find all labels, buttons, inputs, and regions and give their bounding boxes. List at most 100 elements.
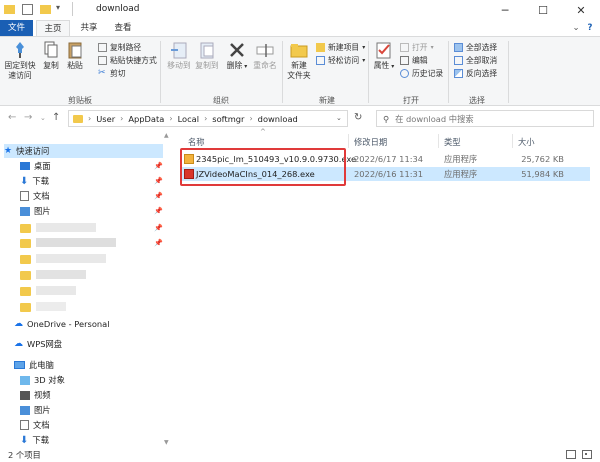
move-to-button[interactable]: 移动到 — [166, 41, 192, 71]
breadcrumb-softmgr[interactable]: softmgr — [212, 114, 244, 124]
paste-button[interactable]: 粘贴 — [64, 41, 86, 71]
chevron-down-icon[interactable]: ⌄ — [570, 20, 582, 36]
paste-shortcut-button[interactable]: 粘贴快捷方式 — [98, 55, 157, 66]
column-header-size[interactable]: 大小 — [518, 136, 535, 148]
breadcrumb-appdata[interactable]: AppData — [128, 114, 164, 124]
invert-selection-button[interactable]: 反向选择 — [454, 68, 497, 79]
scroll-up-icon[interactable]: ▲ — [164, 132, 169, 139]
sidebar-item-pictures[interactable]: 图片 — [20, 204, 51, 218]
sidebar-item-pc-documents[interactable]: 文档 — [20, 418, 50, 432]
sidebar-item-quick-access[interactable]: ★ 快速访问 — [4, 144, 164, 158]
redacted-text — [36, 223, 96, 232]
cut-button[interactable]: ✂ 剪切 — [98, 68, 126, 79]
pin-icon[interactable]: 📌 — [154, 162, 163, 170]
properties-icon — [376, 42, 391, 59]
new-folder-button[interactable]: 新建 文件夹 — [286, 41, 312, 81]
copy-path-label: 复制路径 — [110, 43, 142, 52]
properties-label: 属性 — [373, 61, 390, 70]
column-divider[interactable] — [512, 134, 513, 148]
sidebar-item-folder[interactable] — [20, 268, 31, 282]
pin-icon[interactable]: 📌 — [154, 192, 163, 200]
copy-path-button[interactable]: 复制路径 — [98, 42, 141, 53]
close-button[interactable]: ✕ — [562, 0, 600, 20]
sidebar-item-folder[interactable] — [20, 300, 31, 314]
pin-icon[interactable]: 📌 — [154, 207, 163, 215]
details-view-icon[interactable] — [566, 450, 576, 459]
redacted-text — [36, 286, 76, 295]
sidebar-item-videos[interactable]: 视频 — [20, 388, 51, 402]
maximize-button[interactable]: ☐ — [524, 0, 562, 20]
column-divider[interactable] — [348, 134, 349, 148]
pin-label: 固定到快 速访问 — [4, 61, 36, 80]
easy-access-button[interactable]: 轻松访问 ▾ — [316, 55, 365, 66]
help-icon[interactable]: ? — [584, 20, 596, 36]
large-icons-view-icon[interactable] — [582, 450, 592, 459]
select-none-button[interactable]: 全部取消 — [454, 55, 497, 66]
chevron-down-icon[interactable]: ⌄ — [40, 114, 46, 122]
scroll-down-icon[interactable]: ▼ — [164, 439, 169, 446]
new-item-button[interactable]: 新建项目 ▾ — [316, 42, 365, 53]
sidebar-item-documents[interactable]: 文档 — [20, 189, 50, 203]
properties-icon[interactable] — [22, 4, 33, 15]
sidebar-item-pc-downloads[interactable]: ⬇ 下载 — [20, 433, 49, 447]
sidebar-item-this-pc[interactable]: 此电脑 — [14, 358, 54, 372]
breadcrumb-user[interactable]: User — [96, 114, 115, 124]
sidebar-item-wps[interactable]: ☁ WPS网盘 — [14, 337, 62, 351]
tab-home[interactable]: 主页 — [36, 20, 70, 36]
search-input[interactable]: ⚲ 在 download 中搜索 — [376, 110, 594, 127]
pin-icon[interactable]: 📌 — [154, 177, 163, 185]
breadcrumb-separator: › — [204, 114, 208, 123]
copy-button[interactable]: 复制 — [40, 41, 62, 71]
chevron-down-icon[interactable]: ▾ — [56, 3, 67, 14]
tab-share[interactable]: 共享 — [74, 20, 104, 36]
open-button[interactable]: 打开 ▾ — [400, 42, 434, 53]
pin-icon[interactable]: 📌 — [154, 224, 163, 232]
back-icon[interactable]: ← — [8, 112, 16, 123]
select-all-icon — [454, 43, 463, 52]
address-bar[interactable]: › User › AppData › Local › softmgr › dow… — [68, 110, 348, 127]
forward-icon[interactable]: → — [24, 112, 32, 123]
refresh-icon[interactable]: ↻ — [354, 112, 362, 123]
sidebar-item-downloads[interactable]: ⬇ 下载 — [20, 174, 49, 188]
history-button[interactable]: 历史记录 — [400, 68, 443, 79]
sidebar-item-folder[interactable] — [20, 236, 31, 250]
rename-button[interactable]: 重命名 — [252, 41, 278, 71]
column-header-name[interactable]: 名称 — [188, 136, 205, 148]
breadcrumb-download[interactable]: download — [258, 114, 298, 124]
move-to-icon — [171, 42, 187, 59]
column-header-type[interactable]: 类型 — [444, 136, 461, 148]
ribbon: 固定到快 速访问 复制 粘贴 复制路径 粘贴快捷方式 ✂ 剪切 剪贴板 移动到 复… — [0, 36, 600, 106]
column-header-date[interactable]: 修改日期 — [354, 136, 387, 148]
sidebar-item-pc-pictures[interactable]: 图片 — [20, 403, 51, 417]
pin-quick-access-button[interactable]: 固定到快 速访问 — [4, 41, 36, 81]
divider — [368, 41, 369, 103]
address-history-chevron-icon[interactable]: ⌄ — [336, 114, 342, 122]
minimize-button[interactable]: ─ — [486, 0, 524, 20]
paste-label: 粘贴 — [67, 61, 83, 70]
sidebar-item-folder[interactable] — [20, 221, 31, 235]
sidebar-item-desktop[interactable]: 桌面 — [20, 159, 51, 173]
column-divider[interactable] — [438, 134, 439, 148]
sidebar-item-folder[interactable] — [20, 284, 31, 298]
delete-icon — [230, 43, 244, 57]
copy-to-button[interactable]: 复制到 — [194, 41, 220, 71]
delete-button[interactable]: 删除 ▾ — [226, 41, 248, 72]
sidebar-item-folder[interactable] — [20, 252, 31, 266]
pin-icon[interactable]: 📌 — [154, 239, 163, 247]
properties-button[interactable]: 属性 ▾ — [372, 41, 396, 72]
select-all-button[interactable]: 全部选择 — [454, 42, 497, 53]
sidebar-item-onedrive[interactable]: ☁ OneDrive - Personal — [14, 317, 110, 331]
breadcrumb-local[interactable]: Local — [178, 114, 200, 124]
tab-view[interactable]: 查看 — [108, 20, 138, 36]
document-icon — [20, 191, 29, 201]
edit-button[interactable]: 编辑 — [400, 55, 428, 66]
new-folder-icon[interactable] — [40, 5, 51, 14]
open-label: 打开 — [412, 43, 428, 52]
up-icon[interactable]: ↑ — [52, 112, 60, 123]
select-none-icon — [454, 56, 463, 65]
tab-file[interactable]: 文件 — [0, 20, 33, 36]
navigation-pane: ★ 快速访问 桌面 📌 ⬇ 下载 📌 文档 📌 图片 📌 📌 📌 ☁ OneDr… — [0, 130, 172, 448]
breadcrumb-separator: › — [120, 114, 124, 123]
sidebar-scrollbar[interactable]: ▲ ▼ — [163, 130, 172, 448]
sidebar-item-3d-objects[interactable]: 3D 对象 — [20, 373, 65, 387]
